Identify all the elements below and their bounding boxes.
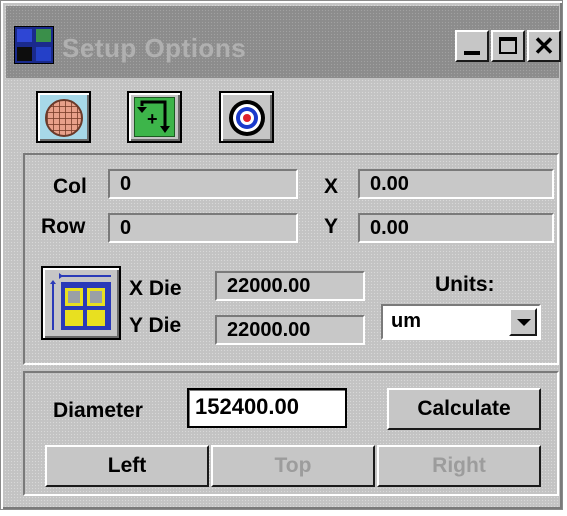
- row-field: 0: [108, 213, 298, 243]
- wafer-map-icon: [45, 99, 83, 137]
- close-button[interactable]: ✕: [527, 30, 561, 62]
- x-field: 0.00: [358, 169, 554, 199]
- y-die-field: 22000.00: [215, 315, 365, 345]
- maximize-icon: [499, 37, 517, 54]
- col-label: Col: [53, 175, 87, 198]
- setup-options-window: Setup Options ✕ + Col 0 X 0.00 Row 0 Y 0…: [0, 0, 563, 510]
- svg-text:+: +: [147, 109, 158, 129]
- units-label: Units:: [435, 273, 495, 296]
- die-grid-icon: [50, 273, 111, 330]
- top-button[interactable]: Top: [211, 445, 375, 487]
- minimize-button[interactable]: [455, 30, 489, 62]
- y-die-label: Y Die: [129, 314, 182, 337]
- title-bar[interactable]: Setup Options ✕: [6, 6, 561, 78]
- minimize-icon: [464, 51, 480, 55]
- calculate-button[interactable]: Calculate: [387, 388, 541, 430]
- alignment-button[interactable]: +: [127, 91, 182, 143]
- left-button[interactable]: Left: [45, 445, 209, 487]
- diameter-label: Diameter: [53, 399, 143, 422]
- diameter-input[interactable]: 152400.00: [187, 388, 347, 428]
- alignment-icon: +: [134, 97, 175, 137]
- x-die-label: X Die: [129, 277, 182, 300]
- wafer-map-button[interactable]: [36, 91, 91, 143]
- die-size-button[interactable]: [41, 266, 121, 340]
- target-icon: [229, 100, 265, 136]
- maximize-button[interactable]: [491, 30, 525, 62]
- units-selected-value: um: [391, 310, 421, 332]
- y-label: Y: [324, 215, 339, 238]
- app-icon: [14, 26, 54, 64]
- x-label: X: [324, 175, 339, 198]
- close-icon: ✕: [533, 31, 555, 61]
- target-button[interactable]: [219, 91, 274, 143]
- y-field: 0.00: [358, 213, 554, 243]
- right-button[interactable]: Right: [377, 445, 541, 487]
- units-select[interactable]: um: [381, 304, 541, 340]
- x-die-field: 22000.00: [215, 271, 365, 301]
- chevron-down-icon[interactable]: [509, 308, 537, 336]
- col-field: 0: [108, 169, 298, 199]
- row-label: Row: [41, 215, 86, 238]
- window-title: Setup Options: [62, 33, 247, 63]
